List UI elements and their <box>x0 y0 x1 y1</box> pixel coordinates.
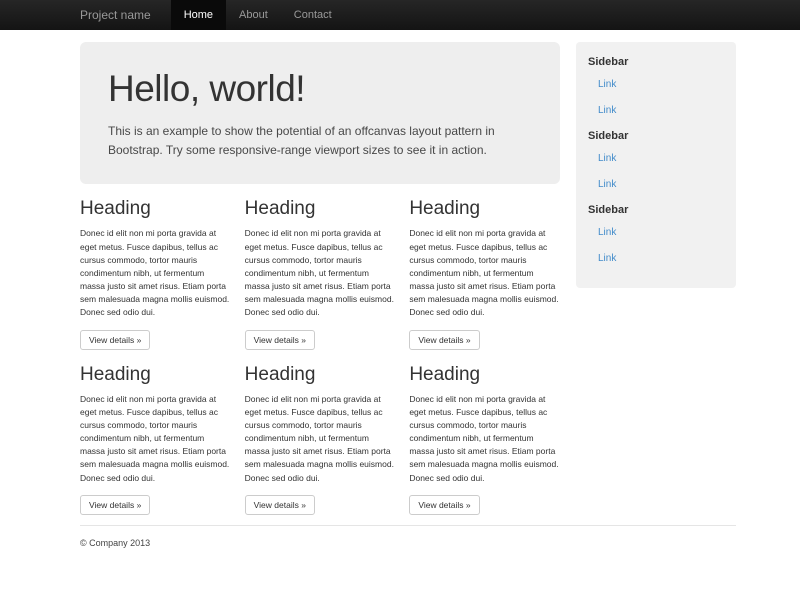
content-card: Heading Donec id elit non mi porta gravi… <box>245 184 396 349</box>
card-body-text: Donec id elit non mi porta gravida at eg… <box>80 227 231 319</box>
sidebar-link-list: Link Link <box>588 74 724 118</box>
card-heading: Heading <box>409 364 560 386</box>
sidebar-link[interactable]: Link <box>598 227 616 238</box>
nav-item-home[interactable]: Home <box>171 0 226 30</box>
jumbotron: Hello, world! This is an example to show… <box>80 42 560 184</box>
page-footer: © Company 2013 <box>80 525 736 548</box>
sidebar: Sidebar Link Link Sidebar Link Link Side… <box>576 42 736 288</box>
nav-item-contact[interactable]: Contact <box>281 0 345 30</box>
view-details-button[interactable]: View details » <box>409 495 479 515</box>
card-body-text: Donec id elit non mi porta gravida at eg… <box>409 227 560 319</box>
sidebar-link[interactable]: Link <box>598 153 616 164</box>
list-item: Link <box>598 174 724 192</box>
content-card: Heading Donec id elit non mi porta gravi… <box>245 350 396 515</box>
sidebar-group-heading: Sidebar <box>588 204 724 216</box>
hero-subtitle: This is an example to show the potential… <box>108 122 532 160</box>
navbar-menu: Home About Contact <box>171 0 345 30</box>
view-details-button[interactable]: View details » <box>80 495 150 515</box>
content-card: Heading Donec id elit non mi porta gravi… <box>409 350 560 515</box>
sidebar-group: Sidebar Link Link <box>588 204 724 266</box>
page-container: Hello, world! This is an example to show… <box>80 30 736 515</box>
card-heading: Heading <box>245 364 396 386</box>
card-body-text: Donec id elit non mi porta gravida at eg… <box>409 393 560 485</box>
list-item: Link <box>598 100 724 118</box>
card-body-text: Donec id elit non mi porta gravida at eg… <box>80 393 231 485</box>
nav-item: Contact <box>281 0 345 30</box>
sidebar-group-heading: Sidebar <box>588 130 724 142</box>
cards-grid-row-1: Heading Donec id elit non mi porta gravi… <box>80 184 560 349</box>
navbar-container: Project name Home About Contact <box>80 0 736 30</box>
card-body-text: Donec id elit non mi porta gravida at eg… <box>245 393 396 485</box>
card-heading: Heading <box>409 198 560 220</box>
list-item: Link <box>598 222 724 240</box>
list-item: Link <box>598 74 724 92</box>
view-details-button[interactable]: View details » <box>80 330 150 350</box>
content-card: Heading Donec id elit non mi porta gravi… <box>80 350 231 515</box>
sidebar-group-heading: Sidebar <box>588 56 724 68</box>
sidebar-link[interactable]: Link <box>598 79 616 90</box>
nav-item-about[interactable]: About <box>226 0 281 30</box>
top-navbar: Project name Home About Contact <box>0 0 800 30</box>
list-item: Link <box>598 148 724 166</box>
card-heading: Heading <box>80 198 231 220</box>
sidebar-group: Sidebar Link Link <box>588 56 724 118</box>
navbar-brand[interactable]: Project name <box>80 0 151 30</box>
sidebar-link-list: Link Link <box>588 222 724 266</box>
sidebar-group: Sidebar Link Link <box>588 130 724 192</box>
cards-grid-row-2: Heading Donec id elit non mi porta gravi… <box>80 350 560 515</box>
card-body-text: Donec id elit non mi porta gravida at eg… <box>245 227 396 319</box>
nav-item: About <box>226 0 281 30</box>
sidebar-link[interactable]: Link <box>598 179 616 190</box>
card-heading: Heading <box>245 198 396 220</box>
content-card: Heading Donec id elit non mi porta gravi… <box>80 184 231 349</box>
sidebar-link-list: Link Link <box>588 148 724 192</box>
card-heading: Heading <box>80 364 231 386</box>
main-column: Hello, world! This is an example to show… <box>80 42 560 515</box>
view-details-button[interactable]: View details » <box>245 495 315 515</box>
content-card: Heading Donec id elit non mi porta gravi… <box>409 184 560 349</box>
copyright-text: © Company 2013 <box>80 538 736 548</box>
sidebar-link[interactable]: Link <box>598 253 616 264</box>
list-item: Link <box>598 248 724 266</box>
sidebar-link[interactable]: Link <box>598 105 616 116</box>
view-details-button[interactable]: View details » <box>409 330 479 350</box>
hero-title: Hello, world! <box>108 68 532 110</box>
view-details-button[interactable]: View details » <box>245 330 315 350</box>
nav-item: Home <box>171 0 226 30</box>
